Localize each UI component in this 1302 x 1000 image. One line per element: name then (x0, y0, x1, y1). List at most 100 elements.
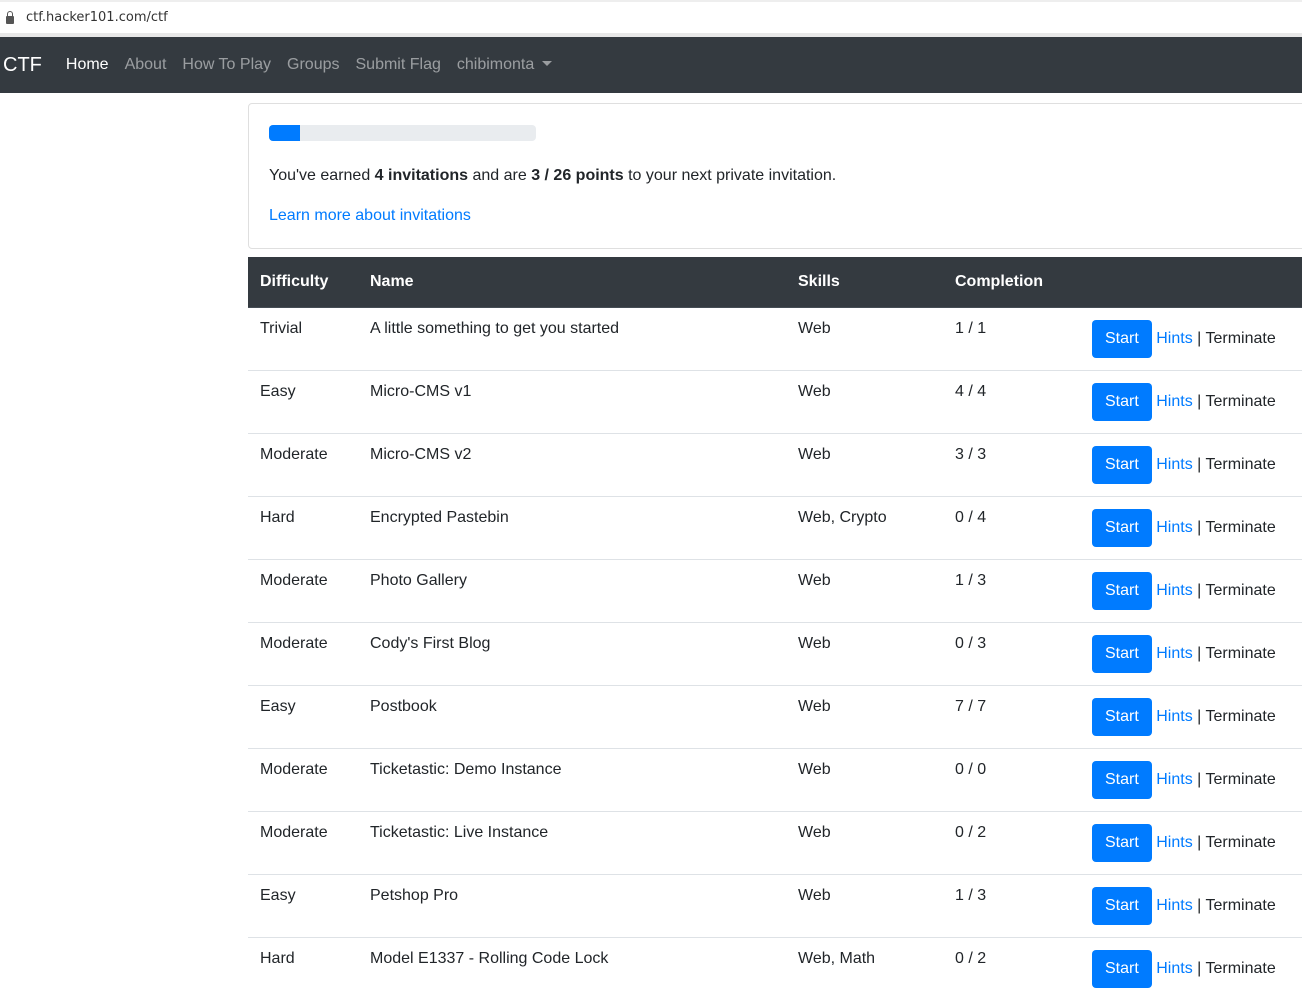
terminate-action[interactable]: Terminate (1205, 834, 1275, 851)
table-row: Moderate Ticketastic: Live Instance Web 0 /… (248, 810, 1302, 874)
terminate-action[interactable]: Terminate (1205, 771, 1275, 788)
invitations-card: You've earned 4 invitations and are 3 / … (248, 103, 1302, 249)
hints-link[interactable]: Hints (1156, 645, 1192, 662)
nav-home[interactable]: Home (66, 56, 109, 74)
header-actions (1076, 257, 1302, 308)
cell-name: Micro-CMS v2 (358, 432, 786, 496)
caret-down-icon (542, 61, 553, 66)
header-name: Name (358, 257, 786, 308)
start-button[interactable]: Start (1092, 571, 1152, 610)
cell-difficulty: Moderate (248, 747, 358, 811)
table-row: Hard Model E1337 - Rolling Code Lock Web, … (248, 936, 1302, 1000)
cell-skills: Web (786, 432, 943, 496)
user-dropdown[interactable]: chibimonta (456, 56, 553, 74)
cell-completion: 0 / 2 (943, 810, 1076, 874)
cell-difficulty: Moderate (248, 810, 358, 874)
brand[interactable]: CTF (3, 54, 42, 77)
cell-name: Ticketastic: Live Instance (358, 810, 786, 874)
invitation-message: You've earned 4 invitations and are 3 / … (269, 167, 836, 185)
hints-link[interactable]: Hints (1156, 519, 1192, 536)
nav-about[interactable]: About (125, 56, 167, 74)
terminate-action[interactable]: Terminate (1205, 708, 1275, 725)
table-row: Moderate Photo Gallery Web 1 / 3 Start Hints… (248, 558, 1302, 622)
cell-difficulty: Trivial (248, 306, 358, 370)
ctf-table: Difficulty Name Skills Completion Trivia… (248, 257, 1302, 1000)
cell-difficulty: Moderate (248, 432, 358, 496)
cell-name: Ticketastic: Demo Instance (358, 747, 786, 811)
hints-link[interactable]: Hints (1156, 708, 1192, 725)
separator: | (1192, 455, 1206, 473)
learn-more-link[interactable]: Learn more about invitations (269, 207, 471, 225)
cell-completion: 0 / 2 (943, 936, 1076, 1000)
start-button[interactable]: Start (1092, 382, 1152, 421)
cell-name: Photo Gallery (358, 558, 786, 622)
hints-link[interactable]: Hints (1156, 582, 1192, 599)
cell-skills: Web (786, 684, 943, 748)
cell-skills: Web (786, 621, 943, 685)
cell-difficulty: Hard (248, 495, 358, 559)
cell-completion: 1 / 1 (943, 306, 1076, 370)
address-bar[interactable]: ctf.hacker101.com/ctf (0, 0, 1302, 33)
terminate-action[interactable]: Terminate (1205, 519, 1275, 536)
cell-completion: 1 / 3 (943, 873, 1076, 937)
invitation-count: 4 invitations (374, 167, 469, 184)
hints-link[interactable]: Hints (1156, 897, 1192, 914)
cell-completion: 3 / 3 (943, 432, 1076, 496)
table-row: Hard Encrypted Pastebin Web, Crypto 0 / 4 St… (248, 495, 1302, 559)
hints-link[interactable]: Hints (1156, 330, 1192, 347)
terminate-action[interactable]: Terminate (1205, 960, 1275, 977)
header-difficulty: Difficulty (248, 257, 358, 308)
hints-link[interactable]: Hints (1156, 771, 1192, 788)
cell-completion: 1 / 3 (943, 558, 1076, 622)
header-completion: Completion (943, 257, 1076, 308)
hints-link[interactable]: Hints (1156, 393, 1192, 410)
cell-name: Cody's First Blog (358, 621, 786, 685)
start-button[interactable]: Start (1092, 634, 1152, 673)
nav-groups[interactable]: Groups (287, 56, 339, 74)
separator: | (1192, 833, 1206, 851)
progress-fill (269, 125, 300, 141)
cell-difficulty: Easy (248, 369, 358, 433)
start-button[interactable]: Start (1092, 445, 1152, 484)
nav-submit-flag[interactable]: Submit Flag (356, 56, 441, 74)
lock-icon (6, 10, 14, 24)
cell-name: Petshop Pro (358, 873, 786, 937)
separator: | (1192, 896, 1206, 914)
cell-name: Postbook (358, 684, 786, 748)
start-button[interactable]: Start (1092, 823, 1152, 862)
cell-completion: 0 / 4 (943, 495, 1076, 559)
hints-link[interactable]: Hints (1156, 456, 1192, 473)
terminate-action[interactable]: Terminate (1205, 897, 1275, 914)
start-button[interactable]: Start (1092, 508, 1152, 547)
points: 3 / 26 points (531, 167, 624, 184)
table-row: Easy Postbook Web 7 / 7 Start Hints | Termin… (248, 684, 1302, 748)
terminate-action[interactable]: Terminate (1205, 582, 1275, 599)
separator: | (1192, 392, 1206, 410)
table-row: Moderate Cody's First Blog Web 0 / 3 Start H… (248, 621, 1302, 685)
start-button[interactable]: Start (1092, 697, 1152, 736)
terminate-action[interactable]: Terminate (1205, 645, 1275, 662)
msg-text: and are (468, 167, 532, 184)
hints-link[interactable]: Hints (1156, 834, 1192, 851)
terminate-action[interactable]: Terminate (1205, 393, 1275, 410)
start-button[interactable]: Start (1092, 949, 1152, 988)
url-text[interactable]: ctf.hacker101.com/ctf (26, 10, 168, 25)
msg-text: You've earned (269, 167, 375, 184)
hints-link[interactable]: Hints (1156, 960, 1192, 977)
start-button[interactable]: Start (1092, 760, 1152, 799)
table-row: Trivial A little something to get you sta… (248, 306, 1302, 370)
user-name: chibimonta (456, 56, 535, 73)
cell-difficulty: Moderate (248, 558, 358, 622)
terminate-action[interactable]: Terminate (1205, 456, 1275, 473)
table-row: Easy Micro-CMS v1 Web 4 / 4 Start Hints | Te… (248, 369, 1302, 433)
cell-difficulty: Moderate (248, 621, 358, 685)
cell-skills: Web (786, 558, 943, 622)
terminate-action[interactable]: Terminate (1205, 330, 1275, 347)
start-button[interactable]: Start (1092, 886, 1152, 925)
separator: | (1192, 581, 1206, 599)
navbar: CTF Home About How To Play Groups Submit… (0, 37, 1302, 93)
nav-how-to-play[interactable]: How To Play (182, 56, 271, 74)
table-row: Easy Petshop Pro Web 1 / 3 Start Hints | Ter… (248, 873, 1302, 937)
start-button[interactable]: Start (1092, 319, 1152, 358)
separator: | (1192, 959, 1206, 977)
